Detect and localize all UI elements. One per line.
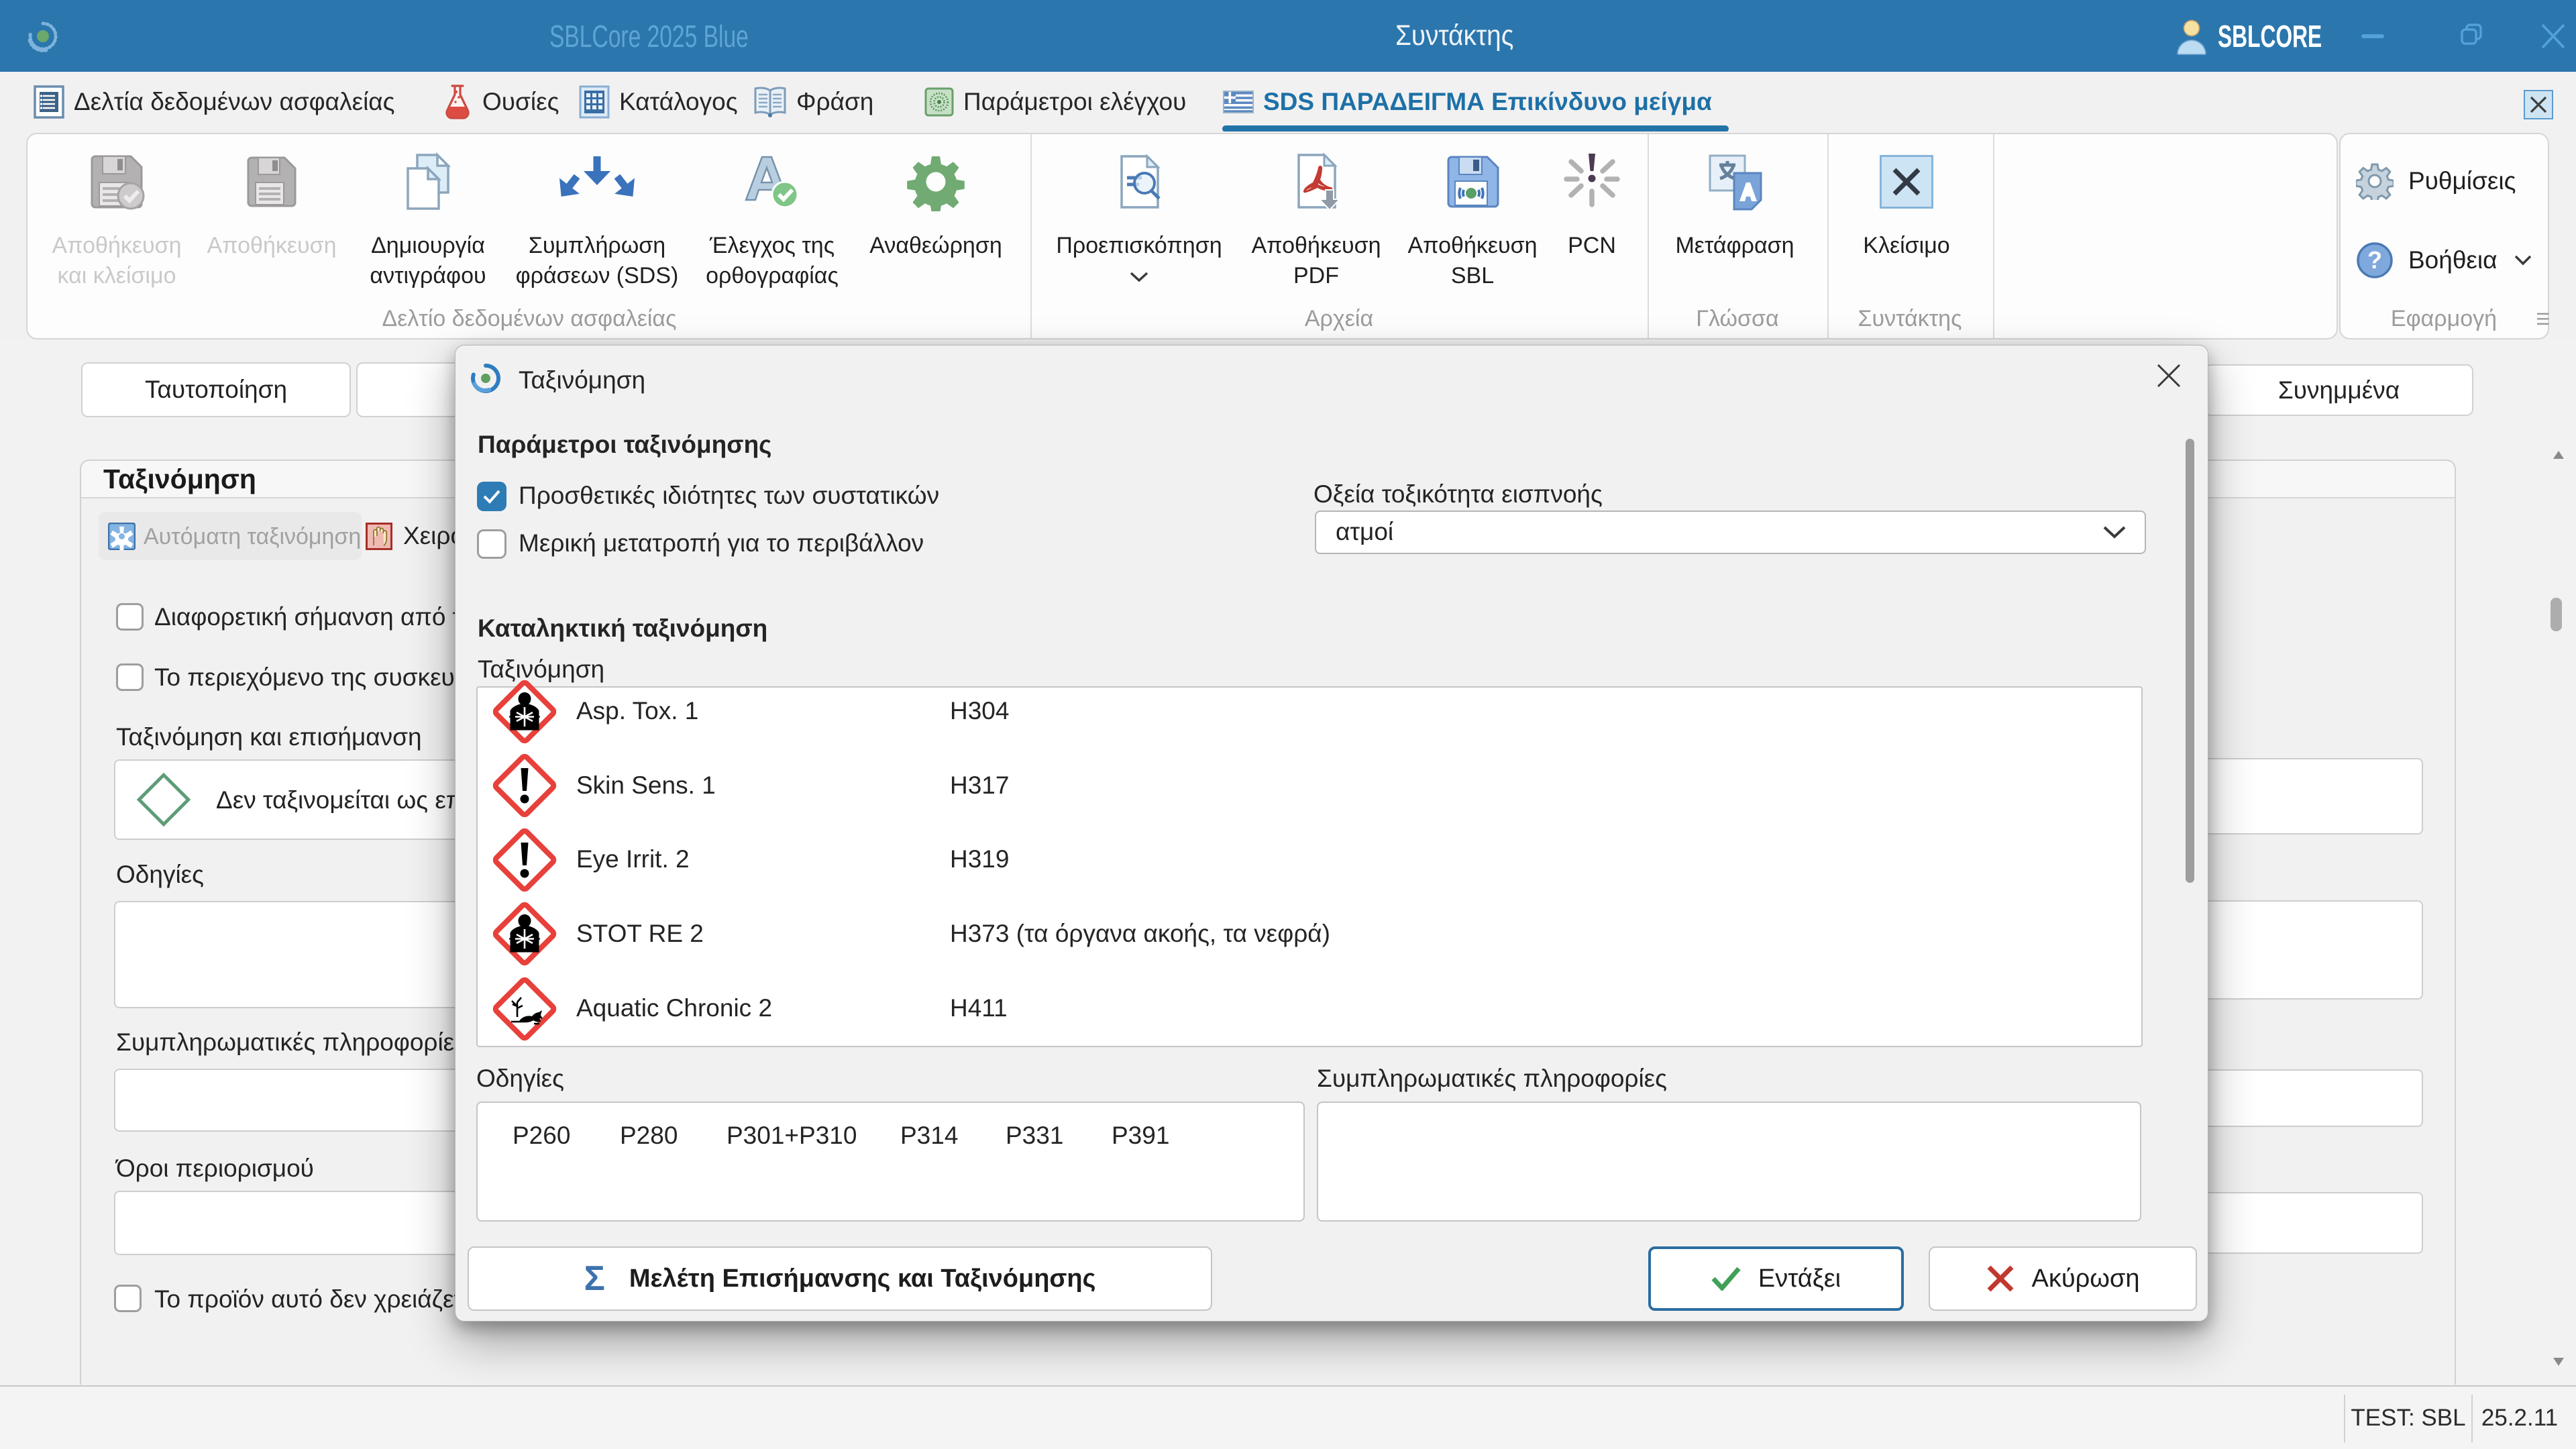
svg-text:?: ? [2367, 246, 2382, 274]
